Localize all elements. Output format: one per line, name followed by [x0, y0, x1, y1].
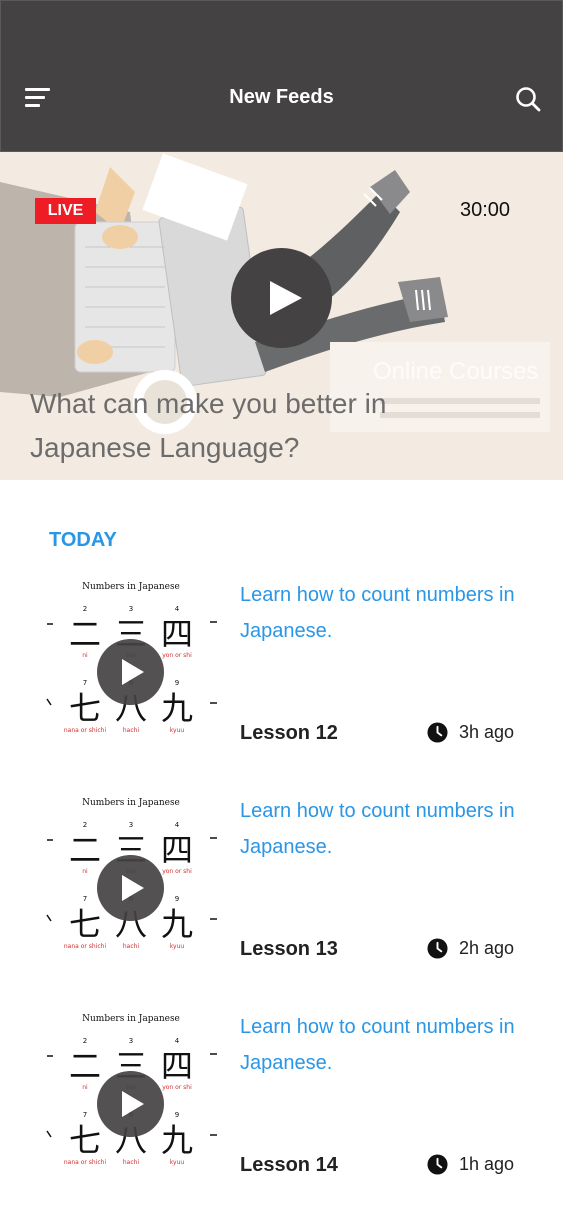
svg-text:9: 9 — [175, 1111, 179, 1119]
svg-text:7: 7 — [83, 679, 87, 687]
svg-text:Numbers in Japanese: Numbers in Japanese — [82, 1014, 180, 1024]
svg-text:3: 3 — [129, 605, 133, 613]
svg-text:yon or shi: yon or shi — [162, 652, 192, 659]
svg-text:七: 七 — [69, 1121, 101, 1159]
svg-text:kyuu: kyuu — [170, 1159, 185, 1166]
svg-text:四: 四 — [161, 831, 193, 869]
lesson-number: Lesson 13 — [240, 938, 338, 960]
section-title-today: TODAY — [49, 529, 117, 551]
svg-text:3: 3 — [129, 1037, 133, 1045]
svg-text:四: 四 — [161, 615, 193, 653]
svg-text:9: 9 — [175, 895, 179, 903]
svg-text:yon or shi: yon or shi — [162, 868, 192, 875]
lesson-title-link[interactable]: Learn how to count numbers in Japanese. — [240, 793, 540, 865]
svg-text:ni: ni — [82, 1084, 88, 1091]
svg-text:九: 九 — [161, 905, 193, 943]
lesson-play-button[interactable] — [97, 1071, 164, 1137]
lesson-time-text: 1h ago — [459, 1154, 515, 1174]
lesson-number: Lesson 14 — [240, 1154, 338, 1176]
lesson-title-link[interactable]: Learn how to count numbers in Japanese. — [240, 1009, 540, 1081]
svg-text:4: 4 — [175, 821, 180, 829]
lesson-play-button[interactable] — [97, 855, 164, 921]
lesson-time-text: 3h ago — [459, 722, 515, 742]
svg-text:3: 3 — [129, 821, 133, 829]
clock-icon — [427, 938, 448, 959]
lesson-time: 1h ago — [427, 1154, 514, 1175]
live-badge: LIVE — [35, 198, 96, 224]
hero-play-button[interactable] — [231, 248, 332, 348]
lesson-number: Lesson 12 — [240, 722, 338, 744]
svg-text:nana or shichi: nana or shichi — [64, 1159, 107, 1166]
lesson-play-button[interactable] — [97, 639, 164, 705]
svg-text:7: 7 — [83, 895, 87, 903]
svg-text:nana or shichi: nana or shichi — [64, 943, 107, 950]
svg-text:二: 二 — [69, 615, 101, 653]
svg-text:9: 9 — [175, 679, 179, 687]
svg-text:hachi: hachi — [123, 1159, 140, 1166]
lesson-card[interactable]: Numbers in Japanese 234 二三四 nisanyon or … — [0, 577, 563, 777]
lesson-card[interactable]: Numbers in Japanese 234 二三四 nisanyon or … — [0, 1009, 563, 1209]
clock-icon — [427, 1154, 448, 1175]
svg-text:九: 九 — [161, 1121, 193, 1159]
svg-text:Numbers in Japanese: Numbers in Japanese — [82, 582, 180, 592]
svg-text:kyuu: kyuu — [170, 943, 185, 950]
featured-live-video[interactable]: LIVE 30:00 Online Courses What can make … — [0, 152, 563, 480]
lesson-thumbnail[interactable]: Numbers in Japanese 234 二三四 nisanyon or … — [45, 577, 217, 747]
svg-text:4: 4 — [175, 1037, 180, 1045]
lesson-time-text: 2h ago — [459, 938, 515, 958]
svg-text:二: 二 — [69, 831, 101, 869]
svg-text:2: 2 — [83, 1037, 87, 1045]
svg-text:7: 7 — [83, 1111, 87, 1119]
svg-text:4: 4 — [175, 605, 180, 613]
svg-text:九: 九 — [161, 689, 193, 727]
lesson-card[interactable]: Numbers in Japanese 234 二三四 nisanyon or … — [0, 793, 563, 993]
svg-text:2: 2 — [83, 821, 87, 829]
svg-text:四: 四 — [161, 1047, 193, 1085]
lesson-time: 3h ago — [427, 722, 514, 743]
svg-text:hachi: hachi — [123, 943, 140, 950]
svg-text:kyuu: kyuu — [170, 727, 185, 734]
svg-text:hachi: hachi — [123, 727, 140, 734]
lesson-title-link[interactable]: Learn how to count numbers in Japanese. — [240, 577, 540, 649]
svg-text:2: 2 — [83, 605, 87, 613]
page-title: New Feeds — [229, 86, 334, 108]
svg-text:Numbers in Japanese: Numbers in Japanese — [82, 798, 180, 808]
svg-text:yon or shi: yon or shi — [162, 1084, 192, 1091]
svg-text:七: 七 — [69, 689, 101, 727]
svg-text:ni: ni — [82, 652, 88, 659]
lesson-thumbnail[interactable]: Numbers in Japanese 234 二三四 nisanyon or … — [45, 793, 217, 963]
search-icon[interactable] — [515, 86, 541, 112]
app-header: New Feeds — [0, 0, 563, 152]
svg-text:ni: ni — [82, 868, 88, 875]
svg-text:二: 二 — [69, 1047, 101, 1085]
lesson-thumbnail[interactable]: Numbers in Japanese 234 二三四 nisanyon or … — [45, 1009, 217, 1179]
svg-text:nana or shichi: nana or shichi — [64, 727, 107, 734]
hero-title[interactable]: What can make you better in Japanese Lan… — [30, 382, 450, 470]
video-duration: 30:00 — [459, 199, 511, 221]
clock-icon — [427, 722, 448, 743]
svg-text:七: 七 — [69, 905, 101, 943]
lesson-time: 2h ago — [427, 938, 514, 959]
